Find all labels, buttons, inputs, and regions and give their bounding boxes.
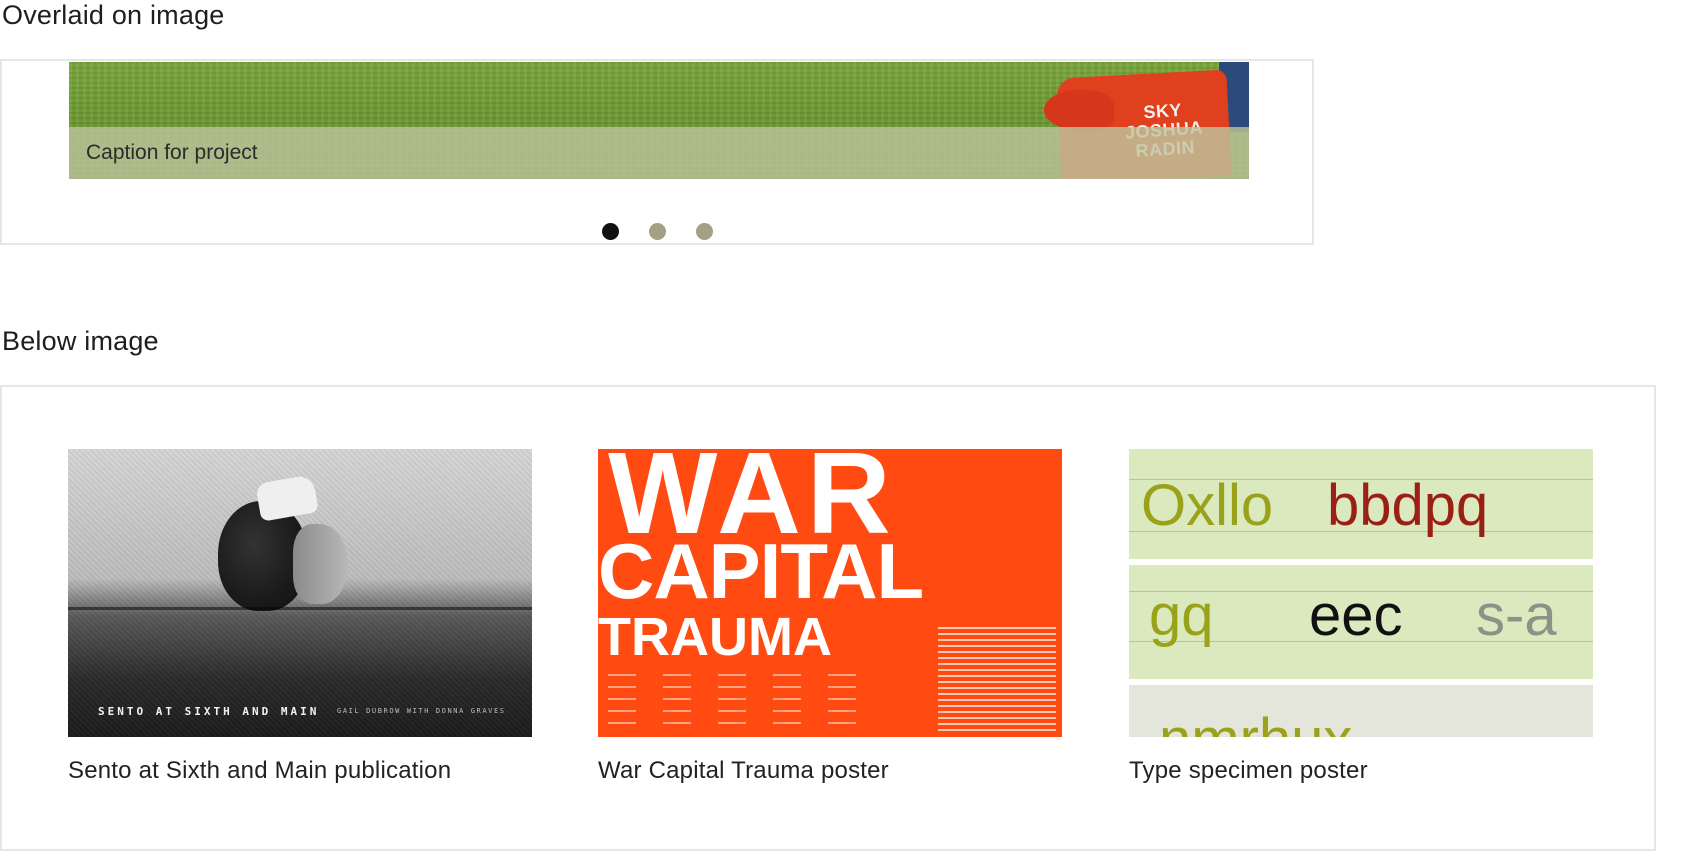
poster-word-capital: CAPITAL <box>598 527 924 615</box>
specimen-glyphs-row1a: Oxllo <box>1141 473 1274 538</box>
slide-image-bag-fold <box>1044 90 1114 130</box>
project-title[interactable]: War Capital Trauma poster <box>598 757 1062 785</box>
project-title[interactable]: Type specimen poster <box>1129 757 1593 785</box>
photo-subject-face <box>293 524 348 604</box>
carousel-dot-2[interactable] <box>649 223 666 240</box>
specimen-glyphs-row2c: s-a <box>1476 583 1557 648</box>
carousel-slide[interactable]: SKY JOSHUA RADIN Caption for project <box>69 62 1249 179</box>
war-capital-poster: WAR CAPITAL TRAUMA <box>598 449 1062 737</box>
project-title[interactable]: Sento at Sixth and Main publication <box>68 757 532 785</box>
photo-water-line <box>68 607 532 610</box>
poster-body-text <box>938 627 1056 735</box>
project-card-sento[interactable]: SENTO AT SIXTH AND MAIN GAIL DUBROW WITH… <box>68 449 532 785</box>
slide-caption: Caption for project <box>86 141 258 164</box>
caption-overlay: Caption for project <box>69 127 1249 179</box>
image-carousel: SKY JOSHUA RADIN Caption for project <box>0 59 1314 245</box>
section-heading-below: Below image <box>2 326 159 356</box>
carousel-pagination <box>602 223 713 240</box>
photo-subtitle-text: GAIL DUBROW WITH DONNA GRAVES <box>337 707 506 715</box>
project-thumbnail[interactable]: Oxllo bbdpq gq eec s-a nmrhux <box>1129 449 1593 737</box>
project-thumbnail[interactable]: SENTO AT SIXTH AND MAIN GAIL DUBROW WITH… <box>68 449 532 737</box>
photo-title-text: SENTO AT SIXTH AND MAIN <box>98 705 320 718</box>
carousel-dot-1[interactable] <box>602 223 619 240</box>
project-thumbnail[interactable]: WAR CAPITAL TRAUMA <box>598 449 1062 737</box>
carousel-dot-3[interactable] <box>696 223 713 240</box>
poster-text-columns <box>608 664 878 734</box>
project-grid: SENTO AT SIXTH AND MAIN GAIL DUBROW WITH… <box>0 385 1656 851</box>
project-card-type-specimen[interactable]: Oxllo bbdpq gq eec s-a nmrhux Type speci… <box>1129 449 1593 785</box>
sento-photo: SENTO AT SIXTH AND MAIN GAIL DUBROW WITH… <box>68 449 532 737</box>
specimen-glyphs-row3: nmrhux <box>1159 711 1352 738</box>
specimen-glyphs-row2a: gq <box>1149 583 1214 648</box>
project-card-war-capital[interactable]: WAR CAPITAL TRAUMA War Capital Trauma po… <box>598 449 1062 785</box>
poster-word-trauma: TRAUMA <box>598 607 832 667</box>
specimen-glyphs-row1b: bbdpq <box>1327 473 1489 538</box>
type-specimen-poster: Oxllo bbdpq gq eec s-a nmrhux <box>1129 449 1593 737</box>
section-heading-overlaid: Overlaid on image <box>2 0 225 30</box>
specimen-glyphs-row2b: eec <box>1309 583 1403 648</box>
